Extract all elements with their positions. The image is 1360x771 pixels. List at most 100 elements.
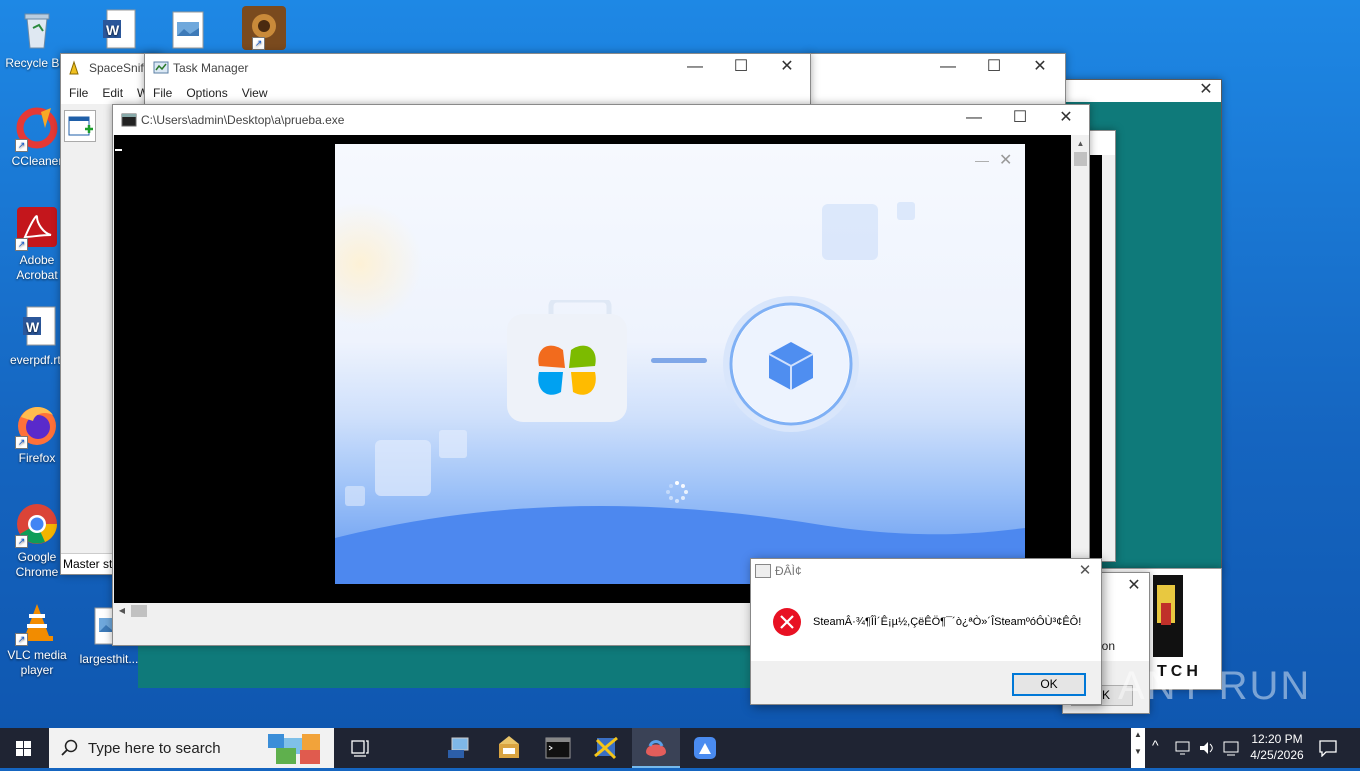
decor-square (375, 440, 431, 496)
console-maximize-button[interactable]: ☐ (997, 105, 1043, 133)
svg-text:W: W (26, 319, 40, 335)
teal-window-close-button[interactable]: ✕ (1191, 77, 1221, 101)
error-dialog-close-button[interactable]: ✕ (1075, 561, 1095, 581)
taskbar-app-console[interactable] (534, 728, 582, 768)
clock-time: 12:20 PM (1251, 732, 1303, 746)
decor-square (822, 204, 878, 260)
console-close-button[interactable]: ✕ (1043, 105, 1089, 133)
background-dialog-close-button[interactable]: ✕ (1119, 573, 1149, 599)
image-file-shortcut[interactable] (150, 8, 224, 56)
connector-line (651, 358, 707, 363)
scroll-left-arrow-icon[interactable]: ◀ (114, 603, 130, 619)
error-message: SteamÂ·¾¶ÎÌ´Ê¡µ½,ÇëÊÖ¶¯´ò¿ªÒ»´ÎSteamºóÔÙ… (813, 616, 1082, 628)
game-shortcut[interactable]: ↗ (225, 4, 299, 52)
console-icon (545, 737, 571, 759)
vlc-cone-icon: ↗ (15, 600, 59, 646)
installer-minimize-icon[interactable]: — (975, 152, 989, 168)
console-minimize-button[interactable]: — (951, 105, 997, 133)
chevron-down-icon: ▼ (1134, 747, 1142, 756)
dialog-app-icon (755, 564, 771, 578)
package-cube-icon (721, 294, 861, 434)
task-manager-menu-file[interactable]: File (145, 82, 178, 100)
task-view-button[interactable] (336, 728, 384, 768)
clock[interactable]: 12:20 PM 4/25/2026 (1242, 731, 1312, 763)
console-vertical-scrollbar[interactable]: ▲ (1072, 135, 1089, 603)
spacesniffer-menu-file[interactable]: File (61, 82, 94, 100)
network-status-icon[interactable] (1174, 739, 1192, 757)
task-manager-maximize-button[interactable]: ☐ (718, 54, 764, 82)
background-window-upper: — ☐ ✕ (808, 53, 1066, 105)
taskbar-search-box[interactable]: Type here to search (49, 728, 334, 768)
notifications-icon[interactable] (1318, 739, 1338, 758)
taskbar-app-blue[interactable] (681, 728, 729, 768)
svg-text:W: W (106, 22, 120, 38)
decor-square (345, 486, 365, 506)
task-manager-window: Task Manager — ☐ ✕ File Options View (144, 53, 811, 105)
word-document-icon: W (15, 305, 59, 349)
decor-square (439, 430, 467, 458)
spacesniffer-menu-edit[interactable]: Edit (94, 82, 129, 100)
vertical-scroll-thumb[interactable] (1074, 152, 1087, 166)
input-method-icon[interactable] (1222, 739, 1240, 757)
error-dialog: ÐÂÌ¢ ✕ SteamÂ·¾¶ÎÌ´Ê¡µ½,ÇëÊÖ¶¯´ò¿ªÒ»´ÎSt… (750, 558, 1102, 705)
show-hidden-icons-chevron-icon[interactable]: ^ (1152, 737, 1166, 753)
game-icon: ↗ (240, 4, 286, 50)
background-teal-strip (138, 640, 756, 688)
task-manager-menu-view[interactable]: View (234, 82, 274, 100)
taskbar-app-active[interactable] (632, 728, 680, 768)
anyrun-watermark: ANY RUN (1118, 664, 1312, 708)
upper-window-minimize-button[interactable]: — (925, 54, 971, 82)
task-manager-minimize-button[interactable]: — (672, 54, 718, 82)
decor-square (897, 202, 915, 220)
network-computer-icon (448, 737, 469, 758)
pixel-art-image (1153, 575, 1183, 657)
console-titlebar: C:\Users\admin\Desktop\a\prueba.exe — ☐ … (113, 105, 1089, 135)
console-window-secondary (1086, 130, 1116, 562)
taskbar-app-network[interactable] (436, 728, 484, 768)
windows-logo-icon (16, 741, 31, 756)
task-manager-menubar: File Options View (145, 82, 810, 104)
largesthit-label: largesthit... (79, 652, 139, 666)
image-file-icon (165, 8, 209, 52)
error-dialog-ok-button[interactable]: OK (1012, 673, 1086, 696)
error-dialog-content: SteamÂ·¾¶ÎÌ´Ê¡µ½,ÇëÊÖ¶¯´ò¿ªÒ»´ÎSteamºóÔÙ… (751, 583, 1101, 661)
taskbar: Type here to search ▲ ▼ ^ 12:20 PM 4/25/… (0, 728, 1360, 768)
taskbar-app-tools[interactable] (583, 728, 631, 768)
start-button[interactable] (0, 728, 48, 768)
volume-icon[interactable] (1198, 739, 1216, 757)
word-document-icon: W (95, 8, 139, 52)
ccleaner-icon: ↗ (15, 106, 59, 152)
scroll-up-arrow-icon[interactable]: ▲ (1072, 135, 1089, 152)
upper-window-close-button[interactable]: ✕ (1017, 54, 1063, 82)
system-tray: ^ 12:20 PM 4/25/2026 (1148, 728, 1360, 768)
task-manager-titlebar: Task Manager — ☐ ✕ (145, 54, 810, 82)
error-dialog-title: ÐÂÌ¢ (775, 564, 802, 578)
search-icon (61, 739, 79, 757)
taskbar-app-installer[interactable] (485, 728, 533, 768)
word-shortcut[interactable]: W (80, 8, 154, 56)
store-bag-icon (505, 297, 629, 424)
new-window-icon (68, 116, 93, 136)
loading-spinner-icon (665, 480, 689, 504)
installer-close-icon[interactable]: ✕ (999, 153, 1015, 170)
task-manager-title: Task Manager (173, 61, 249, 75)
taskbar-scroll-control[interactable]: ▲ ▼ (1131, 728, 1145, 768)
error-dialog-titlebar: ÐÂÌ¢ ✕ (751, 559, 1101, 583)
chrome-icon: ↗ (15, 502, 59, 548)
clock-date: 4/25/2026 (1250, 748, 1304, 762)
spacesniffer-new-scan-button[interactable] (64, 110, 96, 142)
chevron-up-icon: ▲ (1134, 730, 1142, 739)
error-icon (772, 607, 802, 637)
task-manager-menu-options[interactable]: Options (178, 82, 233, 100)
console-title: C:\Users\admin\Desktop\a\prueba.exe (141, 113, 345, 127)
firefox-icon: ↗ (15, 403, 59, 449)
upper-window-maximize-button[interactable]: ☐ (971, 54, 1017, 82)
horizontal-scroll-thumb[interactable] (131, 605, 147, 617)
tools-icon (594, 736, 618, 760)
vlc-shortcut[interactable]: ↗ VLC media player (0, 600, 74, 678)
spacesniffer-app-icon (67, 60, 82, 75)
task-view-icon (351, 740, 369, 757)
task-manager-close-button[interactable]: ✕ (764, 54, 810, 82)
installer-sun-glow (335, 204, 425, 324)
desktop: Recycle Bin W ↗ ↗ CCleaner ↗ Adobe Acrob… (0, 0, 1360, 728)
